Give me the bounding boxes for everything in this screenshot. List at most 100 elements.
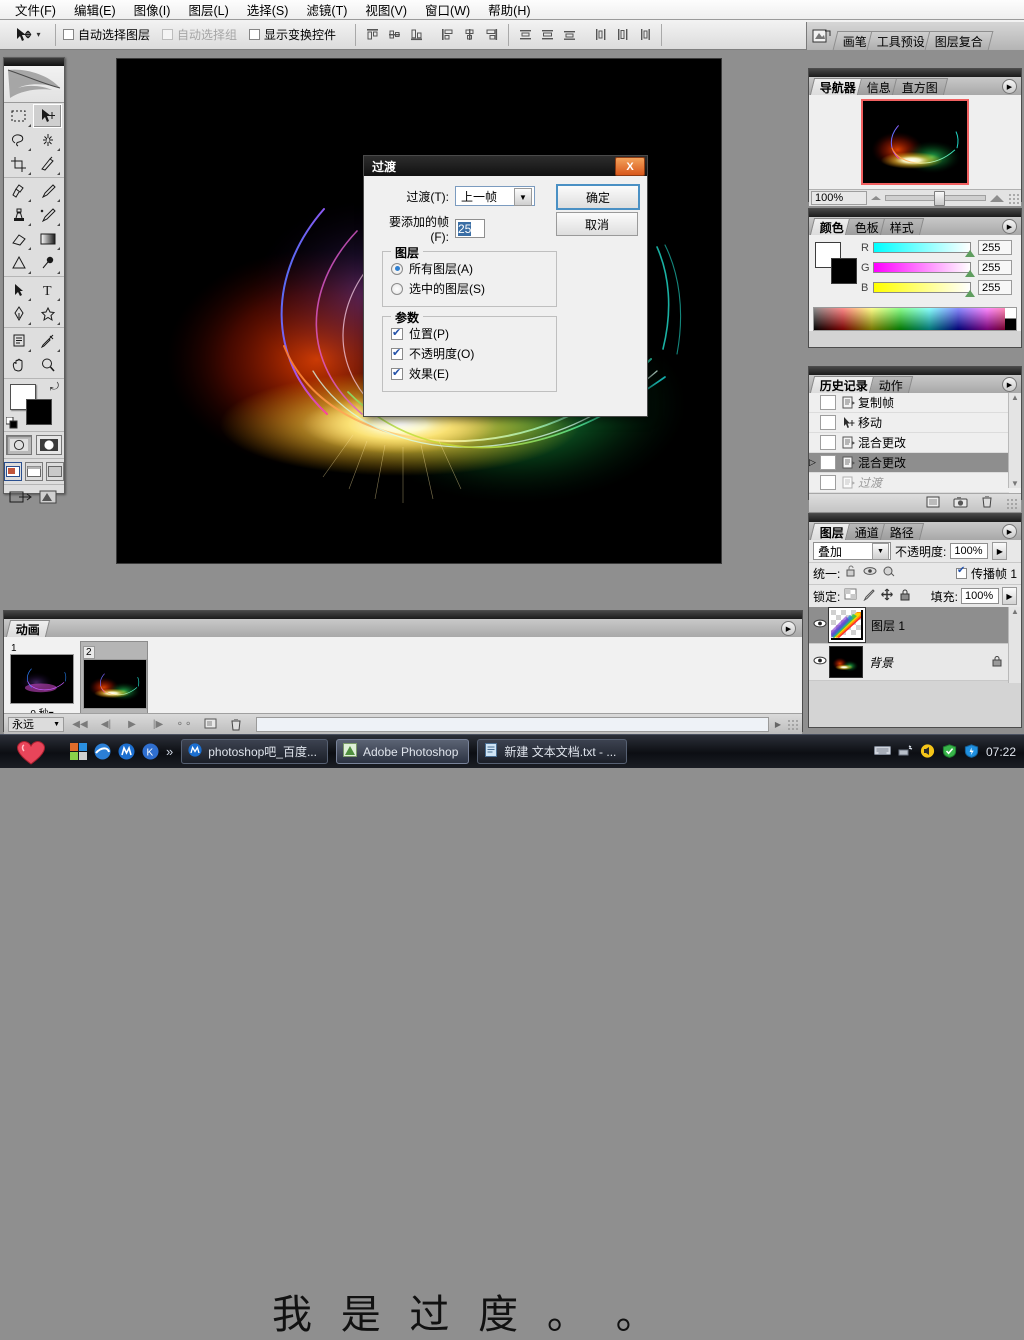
position-checkbox[interactable]: 位置(P): [391, 325, 548, 342]
tween-icon[interactable]: ⚬⚬: [174, 717, 194, 732]
clone-stamp-tool[interactable]: [4, 203, 33, 227]
distribute-top-icon[interactable]: [516, 25, 535, 44]
radio-button[interactable]: [391, 263, 403, 275]
history-item[interactable]: 混合更改: [809, 433, 1009, 453]
zoom-tool[interactable]: [33, 353, 62, 377]
effects-checkbox[interactable]: 效果(E): [391, 365, 548, 382]
history-item-dimmed[interactable]: 过渡: [809, 473, 1009, 493]
select-next-frame-icon[interactable]: |▶: [148, 717, 168, 732]
frame-thumbnail[interactable]: [10, 654, 74, 704]
align-left-edges-icon[interactable]: [438, 25, 457, 44]
close-icon[interactable]: X: [615, 157, 645, 176]
unify-style-icon[interactable]: [882, 565, 897, 582]
new-snapshot-icon[interactable]: [953, 496, 968, 511]
checkbox-box[interactable]: [391, 368, 403, 380]
show-desktop-icon[interactable]: [70, 743, 87, 760]
distribute-left-icon[interactable]: [591, 25, 610, 44]
unify-position-icon[interactable]: [844, 565, 859, 582]
toolbox-grip[interactable]: [4, 58, 64, 66]
fill-stepper-icon[interactable]: ▶: [1002, 587, 1017, 605]
ie-browser-icon[interactable]: [94, 743, 111, 760]
tab-histogram[interactable]: 直方图: [892, 78, 948, 95]
rectangular-marquee-tool[interactable]: [4, 104, 33, 128]
history-snapshot-box[interactable]: [820, 415, 836, 430]
distribute-right-icon[interactable]: [635, 25, 654, 44]
scroll-right-icon[interactable]: ▶: [775, 720, 781, 729]
align-horizontal-centers-icon[interactable]: [460, 25, 479, 44]
taskbar-button-notepad[interactable]: 新建 文本文档.txt - ...: [477, 739, 627, 764]
history-snapshot-box[interactable]: [820, 475, 836, 490]
radio-button[interactable]: [391, 283, 403, 295]
history-brush-tool[interactable]: [33, 203, 62, 227]
tween-with-select[interactable]: 上一帧 ▼: [455, 186, 535, 206]
pen-tool[interactable]: [4, 302, 33, 326]
tool-preset-chevron-icon[interactable]: ▾: [36, 30, 40, 39]
taskbar-button-browser[interactable]: photoshop吧_百度...: [181, 739, 328, 764]
crop-tool[interactable]: [4, 152, 33, 176]
history-snapshot-box[interactable]: [820, 435, 836, 450]
loop-option-select[interactable]: 永远 ▼: [8, 717, 64, 732]
zoom-in-icon[interactable]: [990, 195, 1004, 202]
resize-grip-icon[interactable]: [787, 719, 798, 730]
zoom-out-icon[interactable]: [871, 196, 881, 200]
taskbar-button-photoshop[interactable]: Adobe Photoshop: [336, 739, 469, 764]
slider-knob[interactable]: [965, 250, 975, 257]
hand-tool[interactable]: [4, 353, 33, 377]
history-item[interactable]: 移动: [809, 413, 1009, 433]
scroll-up-icon[interactable]: ▲: [1009, 607, 1021, 616]
opacity-stepper-icon[interactable]: ▶: [992, 542, 1007, 560]
dodge-tool[interactable]: [33, 251, 62, 275]
history-item[interactable]: 复制帧: [809, 393, 1009, 413]
resize-grip-icon[interactable]: [1008, 193, 1019, 204]
layer-visibility-icon[interactable]: [811, 655, 829, 669]
align-vertical-centers-icon[interactable]: [385, 25, 404, 44]
green-value[interactable]: 255: [978, 260, 1012, 275]
green-slider[interactable]: [873, 262, 971, 273]
eyedropper-tool[interactable]: [33, 329, 62, 353]
color-spectrum-ramp[interactable]: [813, 307, 1017, 331]
all-layers-radio[interactable]: 所有图层(A): [391, 260, 548, 277]
opacity-checkbox[interactable]: 不透明度(O): [391, 345, 548, 362]
standard-screen-mode-button[interactable]: [4, 462, 22, 481]
select-first-frame-icon[interactable]: ◀◀: [70, 717, 90, 732]
distribute-vertical-center-icon[interactable]: [538, 25, 557, 44]
panel-grip[interactable]: [809, 367, 1021, 375]
new-document-icon[interactable]: [926, 496, 940, 511]
move-tool-icon[interactable]: ▾: [8, 23, 48, 47]
lasso-tool[interactable]: [4, 128, 33, 152]
panel-menu-icon[interactable]: ▶: [1002, 377, 1017, 392]
standard-mode-button[interactable]: [6, 435, 32, 455]
frames-to-add-input[interactable]: 25: [455, 219, 485, 238]
layer-thumbnail[interactable]: [829, 608, 865, 642]
history-snapshot-box[interactable]: [820, 395, 836, 410]
color-swatch-pair[interactable]: [815, 242, 855, 282]
checkbox-box[interactable]: [249, 29, 260, 40]
menu-item-view[interactable]: 视图(V): [356, 0, 416, 21]
history-list[interactable]: ▲ ▼ 复制帧 移动 混合更改 ▷: [809, 393, 1021, 493]
fill-input[interactable]: 100%: [961, 588, 999, 604]
resize-grip-icon[interactable]: [1006, 498, 1017, 509]
checkbox-box[interactable]: [63, 29, 74, 40]
align-bottom-edges-icon[interactable]: [407, 25, 426, 44]
history-scrollbar[interactable]: ▲ ▼: [1008, 393, 1021, 488]
show-transform-controls-checkbox[interactable]: 显示变换控件: [249, 26, 336, 43]
clock[interactable]: 07:22: [986, 745, 1016, 759]
chevron-down-icon[interactable]: ▼: [514, 188, 532, 206]
black-white-swatch[interactable]: [1005, 308, 1016, 330]
tab-layer-comps[interactable]: 图层复合: [925, 31, 994, 50]
panel-menu-icon[interactable]: ▶: [1002, 79, 1017, 94]
full-screen-with-menubar-button[interactable]: [25, 462, 43, 481]
move-tool[interactable]: [33, 104, 62, 128]
slice-tool[interactable]: [33, 152, 62, 176]
zoom-slider-thumb[interactable]: [934, 191, 945, 206]
maxthon-icon[interactable]: [118, 743, 135, 760]
scroll-up-icon[interactable]: ▲: [1009, 393, 1021, 402]
selected-layers-radio[interactable]: 选中的图层(S): [391, 280, 548, 297]
path-selection-tool[interactable]: [4, 278, 33, 302]
navigator-thumbnail[interactable]: [861, 99, 969, 185]
heart-start-icon[interactable]: [0, 736, 62, 767]
default-colors-icon[interactable]: [6, 417, 18, 429]
menu-item-filter[interactable]: 滤镜(T): [297, 0, 356, 21]
gradient-tool[interactable]: [33, 227, 62, 251]
imageready-app-icon[interactable]: [38, 489, 60, 508]
